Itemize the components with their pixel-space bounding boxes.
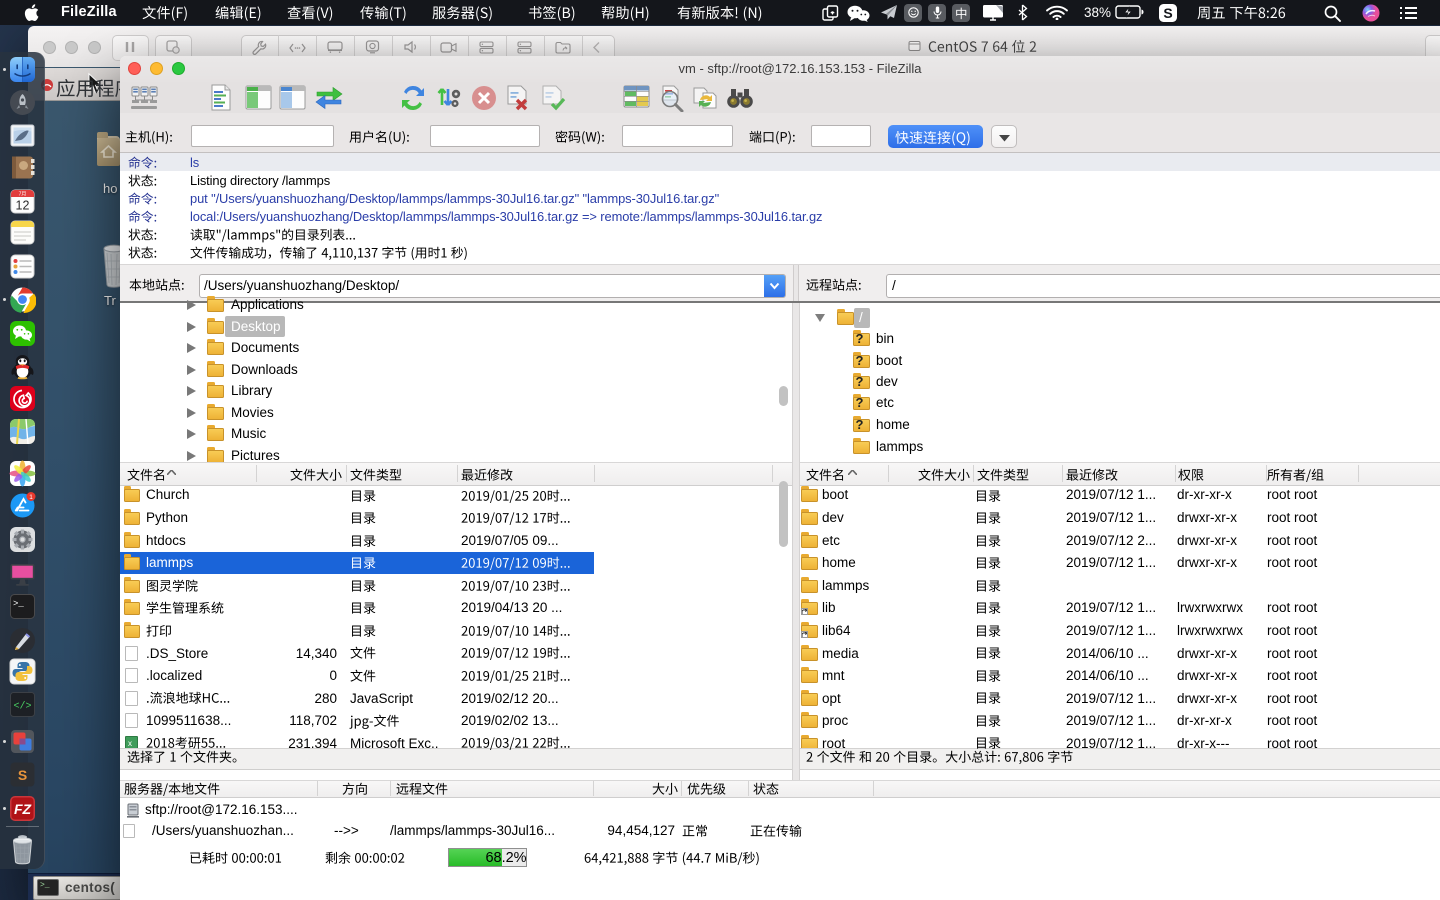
svg-text:12: 12 <box>16 198 30 212</box>
svg-text:1: 1 <box>29 493 33 500</box>
svg-text:S: S <box>18 767 27 783</box>
svg-text:FZ: FZ <box>14 801 32 817</box>
svg-text:</>: </> <box>13 700 31 712</box>
svg-text:7月: 7月 <box>19 191 27 197</box>
svg-text:S: S <box>1163 5 1172 21</box>
svg-text:>_: >_ <box>13 599 24 609</box>
